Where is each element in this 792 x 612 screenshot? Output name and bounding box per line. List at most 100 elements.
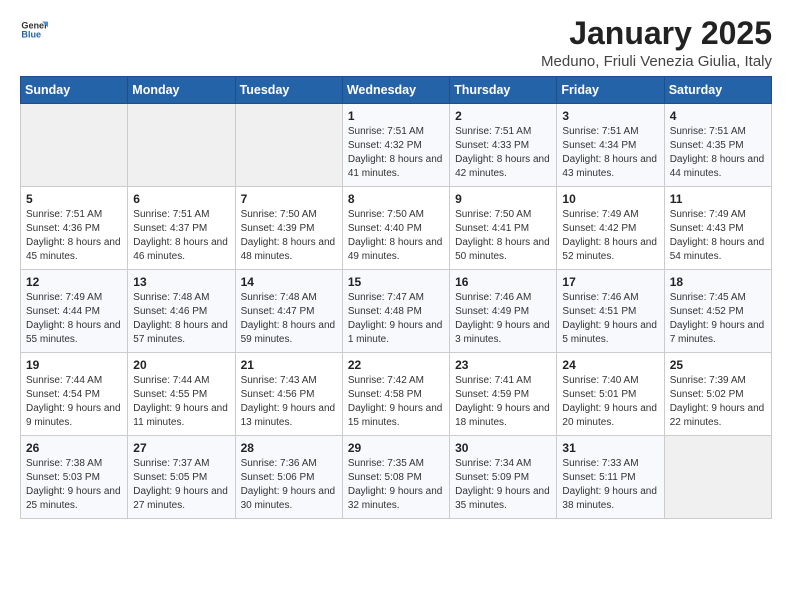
calendar-cell: 29Sunrise: 7:35 AM Sunset: 5:08 PM Dayli…	[342, 436, 449, 519]
svg-text:Blue: Blue	[21, 30, 41, 40]
day-number: 16	[455, 275, 551, 289]
calendar-cell: 30 Sunrise: 7:34 AM Sunset: 5:09 PM Dayli…	[450, 436, 557, 519]
day-info: Sunrise: 7:50 AM Sunset: 4:40 PM Dayligh…	[348, 208, 444, 264]
calendar-cell: 22 Sunrise: 7:42 AM Sunset: 4:58 PM Dayli…	[342, 353, 449, 436]
day-info: Sunrise: 7:51 AM Sunset: 4:35 PM Dayligh…	[670, 125, 766, 181]
calendar-cell: 7 Sunrise: 7:50 AM Sunset: 4:39 PM Daylig…	[235, 187, 342, 270]
day-number: 20	[133, 358, 229, 372]
calendar-cell: 28 Sunrise: 7:36 AM Sunset: 5:06 PM Dayli…	[235, 436, 342, 519]
calendar-cell: 4Sunrise: 7:51 AM Sunset: 4:35 PM Daylig…	[664, 104, 771, 187]
day-number: 12	[26, 275, 122, 289]
day-info: Sunrise: 7:51 AM Sunset: 4:33 PM Dayligh…	[455, 125, 551, 181]
day-number: 23	[455, 358, 551, 372]
logo: General Blue	[20, 16, 48, 44]
day-number: 10	[562, 192, 658, 206]
calendar-cell: 17 Sunrise: 7:46 AM Sunset: 4:51 PM Dayli…	[557, 270, 664, 353]
weekday-header-tuesday: Tuesday	[235, 77, 342, 104]
calendar-cell: 11 Sunrise: 7:49 AM Sunset: 4:43 PM Dayli…	[664, 187, 771, 270]
day-info: Sunrise: 7:35 AM Sunset: 5:08 PM Dayligh…	[348, 457, 444, 513]
day-info: Sunrise: 7:48 AM Sunset: 4:46 PM Dayligh…	[133, 291, 229, 347]
weekday-header-saturday: Saturday	[664, 77, 771, 104]
day-number: 21	[241, 358, 337, 372]
day-number: 15	[348, 275, 444, 289]
calendar-cell: 19 Sunrise: 7:44 AM Sunset: 4:54 PM Dayli…	[21, 353, 128, 436]
calendar-cell: 31 Sunrise: 7:33 AM Sunset: 5:11 PM Dayli…	[557, 436, 664, 519]
day-number: 1	[348, 109, 444, 123]
day-info: Sunrise: 7:39 AM Sunset: 5:02 PM Dayligh…	[670, 374, 766, 430]
calendar-cell: 8 Sunrise: 7:50 AM Sunset: 4:40 PM Daylig…	[342, 187, 449, 270]
calendar-cell: 9Sunrise: 7:50 AM Sunset: 4:41 PM Daylig…	[450, 187, 557, 270]
logo-icon: General Blue	[20, 16, 48, 44]
calendar-cell: 12 Sunrise: 7:49 AM Sunset: 4:44 PM Dayli…	[21, 270, 128, 353]
day-info: Sunrise: 7:37 AM Sunset: 5:05 PM Dayligh…	[133, 457, 229, 513]
day-info: Sunrise: 7:51 AM Sunset: 4:36 PM Dayligh…	[26, 208, 122, 264]
day-number: 31	[562, 441, 658, 455]
day-number: 7	[241, 192, 337, 206]
calendar-cell: 13 Sunrise: 7:48 AM Sunset: 4:46 PM Dayli…	[128, 270, 235, 353]
calendar-cell: 10 Sunrise: 7:49 AM Sunset: 4:42 PM Dayli…	[557, 187, 664, 270]
calendar-week-row: 5 Sunrise: 7:51 AM Sunset: 4:36 PM Daylig…	[21, 187, 772, 270]
day-info: Sunrise: 7:49 AM Sunset: 4:44 PM Dayligh…	[26, 291, 122, 347]
day-number: 11	[670, 192, 766, 206]
calendar-week-row: 1Sunrise: 7:51 AM Sunset: 4:32 PM Daylig…	[21, 104, 772, 187]
day-number: 28	[241, 441, 337, 455]
day-info: Sunrise: 7:42 AM Sunset: 4:58 PM Dayligh…	[348, 374, 444, 430]
day-number: 13	[133, 275, 229, 289]
day-number: 8	[348, 192, 444, 206]
day-info: Sunrise: 7:51 AM Sunset: 4:34 PM Dayligh…	[562, 125, 658, 181]
day-info: Sunrise: 7:40 AM Sunset: 5:01 PM Dayligh…	[562, 374, 658, 430]
day-info: Sunrise: 7:34 AM Sunset: 5:09 PM Dayligh…	[455, 457, 551, 513]
day-info: Sunrise: 7:38 AM Sunset: 5:03 PM Dayligh…	[26, 457, 122, 513]
weekday-header-row: SundayMondayTuesdayWednesdayThursdayFrid…	[21, 77, 772, 104]
calendar-cell: 27 Sunrise: 7:37 AM Sunset: 5:05 PM Dayli…	[128, 436, 235, 519]
day-info: Sunrise: 7:41 AM Sunset: 4:59 PM Dayligh…	[455, 374, 551, 430]
day-info: Sunrise: 7:50 AM Sunset: 4:41 PM Dayligh…	[455, 208, 551, 264]
calendar-week-row: 26 Sunrise: 7:38 AM Sunset: 5:03 PM Dayli…	[21, 436, 772, 519]
day-info: Sunrise: 7:33 AM Sunset: 5:11 PM Dayligh…	[562, 457, 658, 513]
day-number: 30	[455, 441, 551, 455]
calendar-cell: 18Sunrise: 7:45 AM Sunset: 4:52 PM Dayli…	[664, 270, 771, 353]
day-info: Sunrise: 7:43 AM Sunset: 4:56 PM Dayligh…	[241, 374, 337, 430]
day-info: Sunrise: 7:48 AM Sunset: 4:47 PM Dayligh…	[241, 291, 337, 347]
weekday-header-monday: Monday	[128, 77, 235, 104]
weekday-header-wednesday: Wednesday	[342, 77, 449, 104]
day-number: 27	[133, 441, 229, 455]
calendar-table: SundayMondayTuesdayWednesdayThursdayFrid…	[20, 76, 772, 519]
day-info: Sunrise: 7:47 AM Sunset: 4:48 PM Dayligh…	[348, 291, 444, 347]
day-number: 19	[26, 358, 122, 372]
month-title: January 2025	[541, 16, 772, 51]
day-info: Sunrise: 7:49 AM Sunset: 4:42 PM Dayligh…	[562, 208, 658, 264]
day-info: Sunrise: 7:51 AM Sunset: 4:37 PM Dayligh…	[133, 208, 229, 264]
calendar-week-row: 19 Sunrise: 7:44 AM Sunset: 4:54 PM Dayli…	[21, 353, 772, 436]
day-number: 5	[26, 192, 122, 206]
calendar-week-row: 12 Sunrise: 7:49 AM Sunset: 4:44 PM Dayli…	[21, 270, 772, 353]
day-number: 22	[348, 358, 444, 372]
day-info: Sunrise: 7:44 AM Sunset: 4:55 PM Dayligh…	[133, 374, 229, 430]
calendar-cell	[235, 104, 342, 187]
day-info: Sunrise: 7:46 AM Sunset: 4:51 PM Dayligh…	[562, 291, 658, 347]
day-info: Sunrise: 7:50 AM Sunset: 4:39 PM Dayligh…	[241, 208, 337, 264]
header: General Blue January 2025 Meduno, Friuli…	[20, 16, 772, 70]
day-number: 26	[26, 441, 122, 455]
day-number: 3	[562, 109, 658, 123]
calendar-cell	[21, 104, 128, 187]
day-number: 2	[455, 109, 551, 123]
calendar-cell: 26 Sunrise: 7:38 AM Sunset: 5:03 PM Dayli…	[21, 436, 128, 519]
location-title: Meduno, Friuli Venezia Giulia, Italy	[541, 53, 772, 70]
calendar-cell: 3 Sunrise: 7:51 AM Sunset: 4:34 PM Daylig…	[557, 104, 664, 187]
day-info: Sunrise: 7:44 AM Sunset: 4:54 PM Dayligh…	[26, 374, 122, 430]
calendar-cell: 5 Sunrise: 7:51 AM Sunset: 4:36 PM Daylig…	[21, 187, 128, 270]
calendar-cell: 2 Sunrise: 7:51 AM Sunset: 4:33 PM Daylig…	[450, 104, 557, 187]
page-container: General Blue January 2025 Meduno, Friuli…	[0, 0, 792, 535]
calendar-cell: 24 Sunrise: 7:40 AM Sunset: 5:01 PM Dayli…	[557, 353, 664, 436]
day-info: Sunrise: 7:46 AM Sunset: 4:49 PM Dayligh…	[455, 291, 551, 347]
title-block: January 2025 Meduno, Friuli Venezia Giul…	[541, 16, 772, 70]
calendar-cell	[128, 104, 235, 187]
calendar-cell: 25 Sunrise: 7:39 AM Sunset: 5:02 PM Dayli…	[664, 353, 771, 436]
day-number: 25	[670, 358, 766, 372]
day-number: 17	[562, 275, 658, 289]
day-number: 24	[562, 358, 658, 372]
weekday-header-friday: Friday	[557, 77, 664, 104]
day-info: Sunrise: 7:36 AM Sunset: 5:06 PM Dayligh…	[241, 457, 337, 513]
day-info: Sunrise: 7:49 AM Sunset: 4:43 PM Dayligh…	[670, 208, 766, 264]
